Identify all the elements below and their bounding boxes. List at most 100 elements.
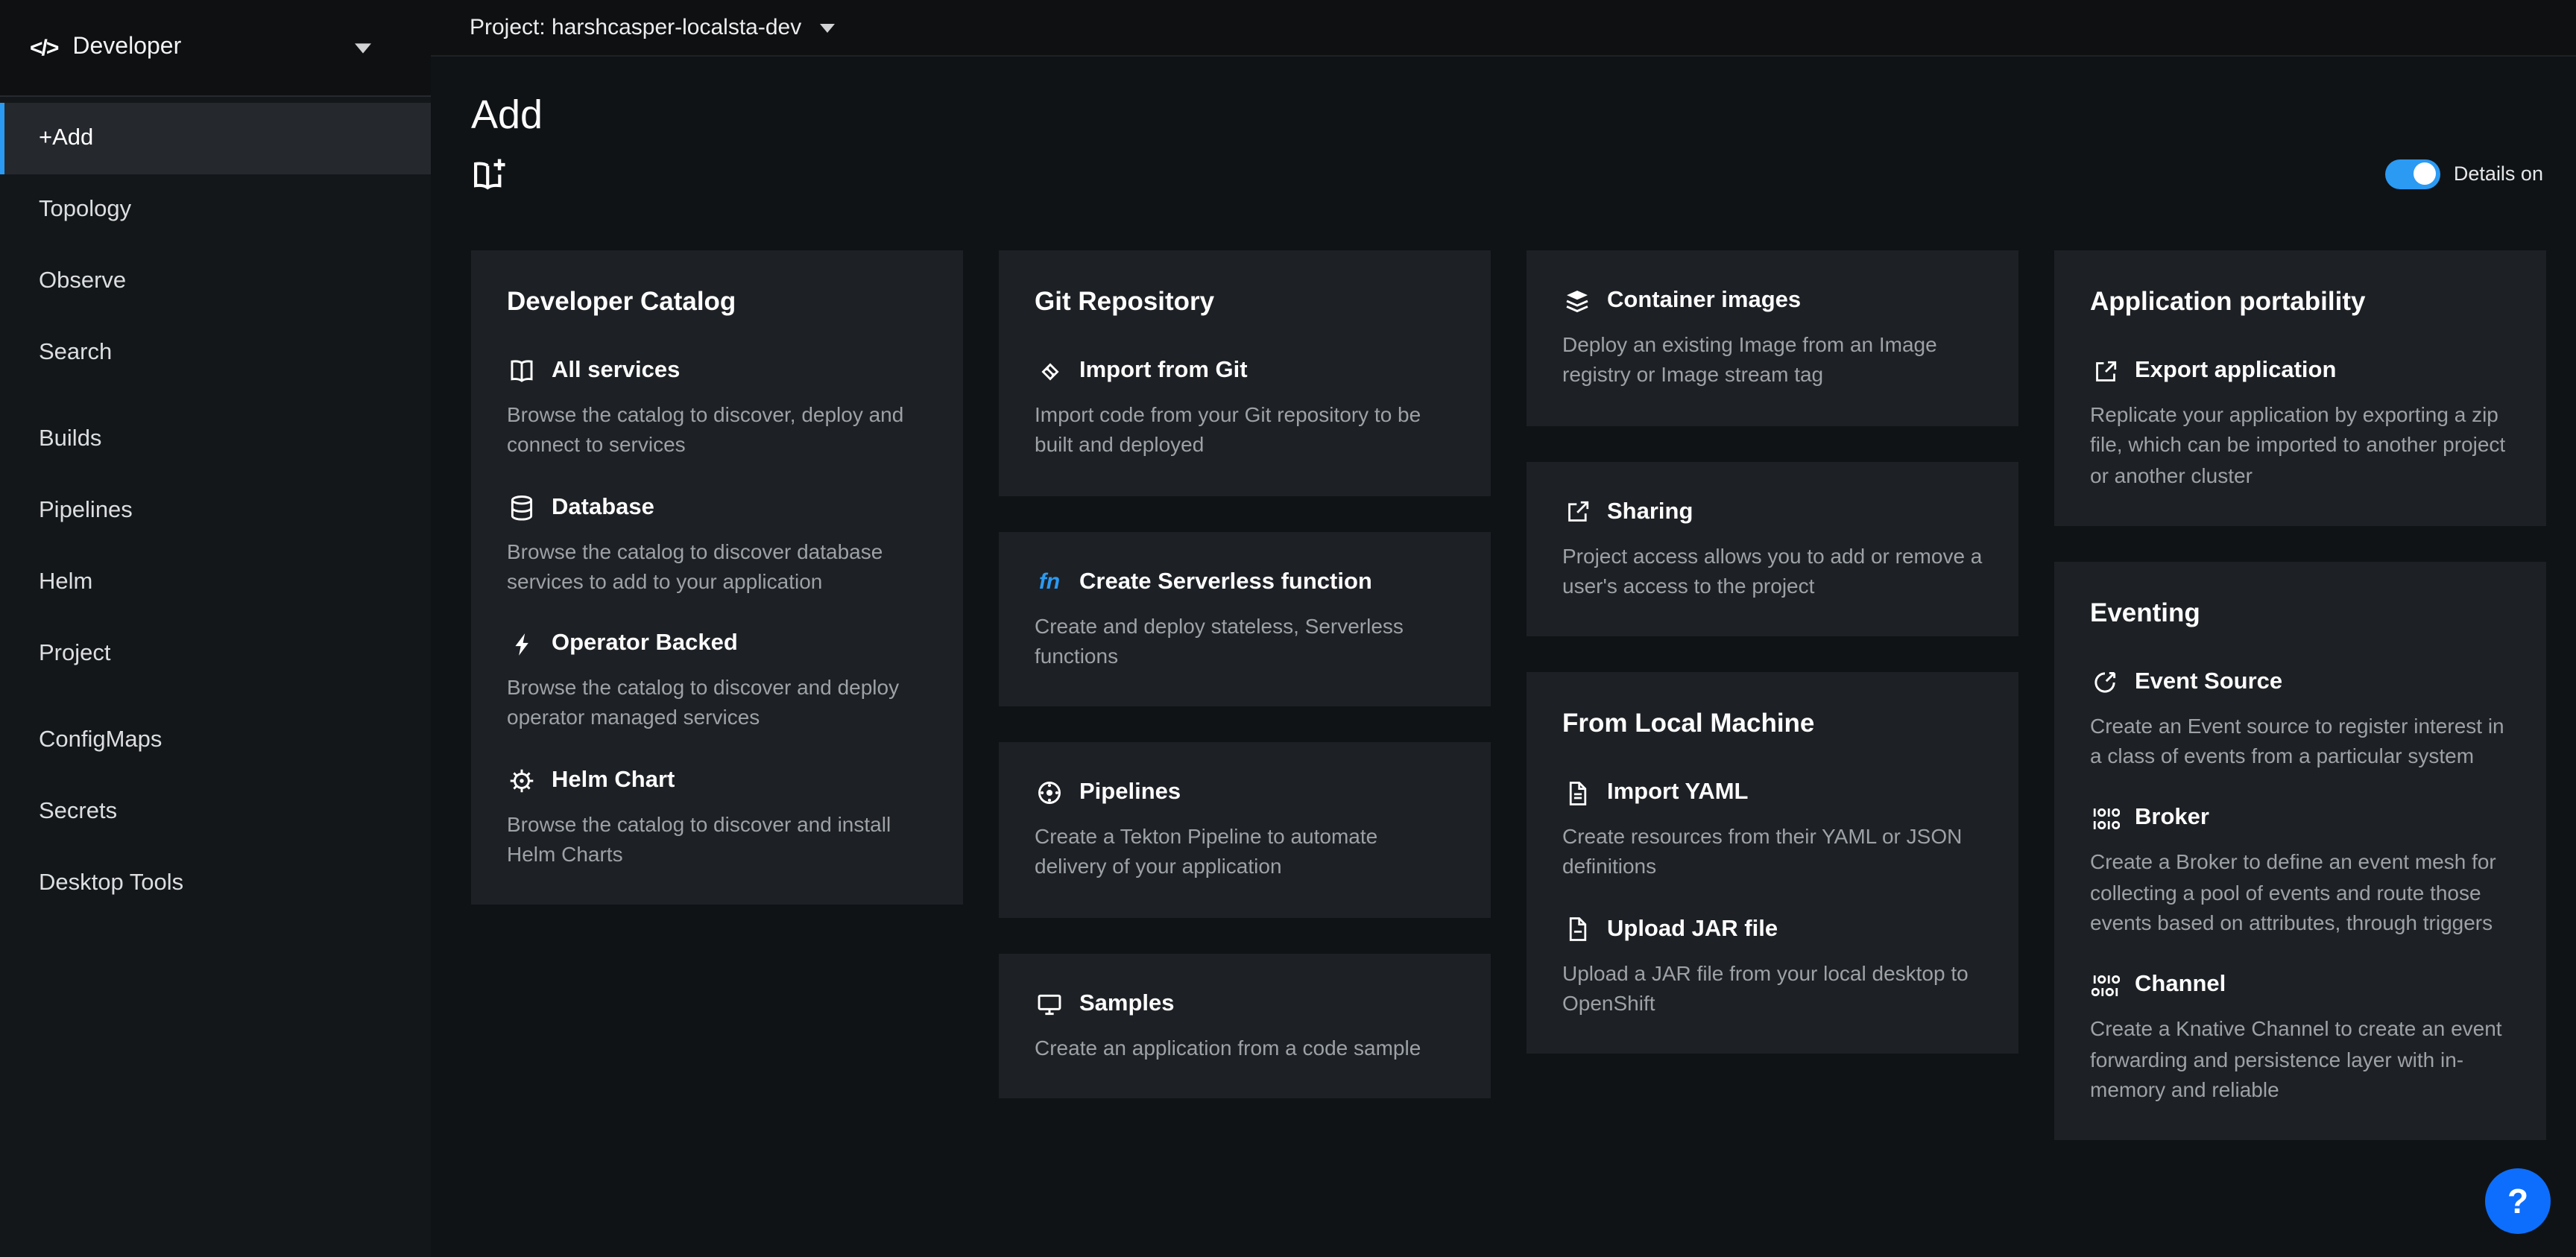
tile-description: Create and deploy stateless, Serverless … — [1035, 610, 1455, 671]
sidebar-item-observe[interactable]: Observe — [0, 246, 431, 317]
add-cards-grid: Developer Catalog All services — [471, 250, 2543, 1141]
details-toggle-group: Details on — [2385, 159, 2543, 189]
question-mark-icon: ? — [2507, 1181, 2528, 1221]
tile-head: Channel — [2090, 971, 2510, 1001]
tile-description: Browse the catalog to discover, deploy a… — [507, 399, 927, 460]
tile-head: Helm Chart — [507, 766, 927, 796]
tile-head: Import from Git — [1035, 356, 1455, 386]
sidebar-item-add[interactable]: +Add — [0, 103, 431, 174]
sidebar-item-project[interactable]: Project — [0, 618, 431, 690]
tile-operator-backed[interactable]: Operator Backed Browse the catalog to di… — [507, 629, 927, 732]
sidebar-item-pipelines[interactable]: Pipelines — [0, 475, 431, 547]
details-toggle-label: Details on — [2454, 162, 2543, 185]
yaml-file-icon — [1562, 778, 1592, 808]
database-icon — [507, 493, 537, 522]
card-title: Eventing — [2090, 598, 2510, 629]
tile-broker[interactable]: Broker Create a Broker to define an even… — [2090, 804, 2510, 938]
tile-description: Create a Tekton Pipeline to automate del… — [1035, 821, 1455, 881]
sidebar-item-search[interactable]: Search — [0, 317, 431, 389]
sidebar-item-secrets[interactable]: Secrets — [0, 776, 431, 848]
tile-head: Container images — [1562, 286, 1983, 316]
tile-create-serverless-function[interactable]: fn Create Serverless function Create and… — [1035, 567, 1455, 671]
tile-head: Database — [507, 493, 927, 522]
sidebar-item-label: Desktop Tools — [39, 870, 183, 897]
tile-head: Pipelines — [1035, 778, 1455, 808]
sidebar-item-label: ConfigMaps — [39, 727, 162, 754]
card-eventing: Eventing Event Source — [2054, 562, 2546, 1141]
tile-database[interactable]: Database Browse the catalog to discover … — [507, 493, 927, 596]
sidebar-item-label: Observe — [39, 268, 126, 295]
tile-title: Pipelines — [1079, 779, 1181, 806]
tile-title: Helm Chart — [552, 767, 675, 794]
tile-title: Sharing — [1607, 498, 1693, 525]
tile-title: Container images — [1607, 288, 1801, 314]
tile-export-application[interactable]: Export application Replicate your applic… — [2090, 356, 2510, 490]
tile-description: Browse the catalog to discover database … — [507, 536, 927, 596]
tile-title: Database — [552, 494, 654, 521]
main-area: Project: harshcasper-localsta-dev Add — [431, 0, 2576, 1257]
tile-sharing[interactable]: Sharing Project access allows you to add… — [1562, 497, 1983, 601]
tile-helm-chart[interactable]: Helm Chart Browse the catalog to discove… — [507, 766, 927, 870]
sidebar-item-label: +Add — [39, 125, 93, 152]
sidebar-item-helm[interactable]: Helm — [0, 547, 431, 618]
sidebar-item-builds[interactable]: Builds — [0, 404, 431, 475]
jar-file-icon — [1562, 915, 1592, 945]
tile-title: Import from Git — [1079, 358, 1248, 384]
perspective-switcher[interactable]: </> Developer — [0, 0, 431, 97]
share-icon — [1562, 497, 1592, 527]
tile-title: Operator Backed — [552, 630, 738, 657]
tile-description: Create resources from their YAML or JSON… — [1562, 821, 1983, 881]
card-git-repository: Git Repository — [999, 250, 1491, 495]
sidebar-item-label: Project — [39, 641, 111, 668]
tile-title: Import YAML — [1607, 779, 1748, 806]
tile-channel[interactable]: Channel Create a Knative Channel to crea… — [2090, 971, 2510, 1105]
nav-group-main: +Add Topology Observe Search — [0, 103, 431, 389]
tile-description: Create an application from a code sample — [1035, 1033, 1455, 1063]
quick-starts-icon[interactable] — [471, 156, 508, 191]
card-from-local-machine: From Local Machine Im — [1527, 672, 2018, 1054]
details-toggle[interactable] — [2385, 159, 2440, 189]
page-title: Add — [471, 92, 2543, 139]
app-root: </> Developer +Add Topology Observe Sear… — [0, 0, 2576, 1257]
tile-import-yaml[interactable]: Import YAML Create resources from their … — [1562, 778, 1983, 881]
sidebar-item-topology[interactable]: Topology — [0, 174, 431, 246]
tile-head: All services — [507, 356, 927, 386]
help-button[interactable]: ? — [2485, 1168, 2551, 1234]
tile-head: Operator Backed — [507, 629, 927, 659]
sidebar-item-label: Helm — [39, 569, 92, 596]
tile-description: Replicate your application by exporting … — [2090, 399, 2510, 490]
tile-all-services[interactable]: All services Browse the catalog to disco… — [507, 356, 927, 460]
project-selector[interactable]: Project: harshcasper-localsta-dev — [470, 15, 834, 40]
sidebar-item-desktop-tools[interactable]: Desktop Tools — [0, 848, 431, 919]
tile-container-images[interactable]: Container images Deploy an existing Imag… — [1562, 286, 1983, 390]
tile-title: All services — [552, 358, 680, 384]
sidebar-item-configmaps[interactable]: ConfigMaps — [0, 705, 431, 776]
tile-pipelines[interactable]: Pipelines Create a Tekton Pipeline to au… — [1035, 778, 1455, 881]
tile-description: Upload a JAR file from your local deskto… — [1562, 958, 1983, 1019]
project-label: Project: harshcasper-localsta-dev — [470, 15, 801, 40]
bolt-icon — [507, 629, 537, 659]
tile-import-from-git[interactable]: Import from Git Import code from your Gi… — [1035, 356, 1455, 460]
sidebar-item-label: Topology — [39, 197, 131, 224]
card-serverless-function: fn Create Serverless function Create and… — [999, 531, 1491, 706]
tile-head: Import YAML — [1562, 778, 1983, 808]
tile-title: Export application — [2135, 358, 2336, 384]
tile-description: Browse the catalog to discover and insta… — [507, 809, 927, 870]
card-title: Git Repository — [1035, 286, 1455, 317]
card-application-portability: Application portability — [2054, 250, 2546, 526]
add-page: Add Details on De — [431, 57, 2576, 1257]
broker-icon — [2090, 804, 2120, 834]
tile-samples[interactable]: Samples Create an application from a cod… — [1035, 990, 1455, 1063]
tile-head: Sharing — [1562, 497, 1983, 527]
tile-upload-jar-file[interactable]: Upload JAR file Upload a JAR file from y… — [1562, 915, 1983, 1019]
tile-title: Create Serverless function — [1079, 569, 1372, 595]
samples-icon — [1035, 990, 1064, 1019]
sidebar-item-label: Secrets — [39, 799, 117, 826]
tile-head: Broker — [2090, 804, 2510, 834]
pipelines-icon — [1035, 778, 1064, 808]
tile-description: Create a Broker to define an event mesh … — [2090, 847, 2510, 938]
tile-title: Samples — [1079, 991, 1175, 1018]
tile-event-source[interactable]: Event Source Create an Event source to r… — [2090, 668, 2510, 771]
tile-description: Browse the catalog to discover and deplo… — [507, 672, 927, 732]
project-bar: Project: harshcasper-localsta-dev — [431, 0, 2576, 57]
